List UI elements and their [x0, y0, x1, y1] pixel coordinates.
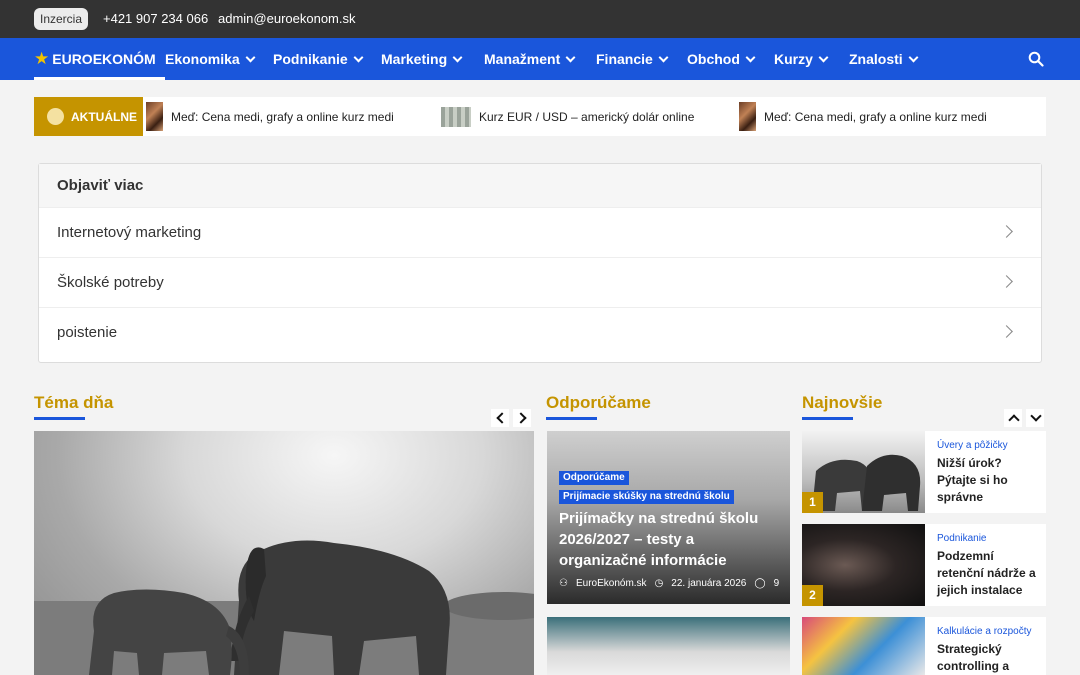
nav-item-znalosti[interactable]: Znalosti [849, 38, 919, 80]
list-up-button[interactable] [1004, 409, 1022, 427]
ticker-item[interactable]: Meď: Cena medi, grafy a online kurz medi [146, 102, 394, 131]
nav-label: Obchod [687, 51, 740, 67]
recommended-article-card[interactable]: Odporúčame Prijímacie skúšky na strednú … [547, 431, 790, 604]
section-title-najnovsie: Najnovšie [802, 393, 883, 412]
discover-more-box: Objaviť viac Internetový marketing Škols… [38, 163, 1042, 363]
nav-label: Financie [596, 51, 653, 67]
discover-item-label: poistenie [57, 324, 118, 341]
article-category[interactable]: Úvery a pôžičky [937, 440, 1008, 451]
pulse-icon [47, 108, 64, 125]
rank-badge: 1 [802, 492, 823, 513]
featured-article-image[interactable] [34, 431, 534, 675]
discover-item[interactable]: Internetový marketing [39, 207, 1041, 257]
chevron-down-icon [452, 52, 463, 62]
latest-list-item[interactable]: 1 Úvery a pôžičky Nižší úrok? Pýtajte si… [802, 431, 1046, 513]
article-meta: ⚇ EuroEkonóm.sk ◷ 22. januára 2026 ◯ 9 [559, 578, 787, 589]
article-title[interactable]: Nižší úrok? Pýtajte si ho správne [937, 455, 1037, 506]
copper-thumbnail [146, 102, 163, 131]
chevron-right-icon [1000, 325, 1013, 338]
nav-label: Ekonomika [165, 51, 240, 67]
article-date: 22. januára 2026 [671, 578, 747, 589]
discover-item-label: Školské potreby [57, 274, 164, 291]
discover-title: Objaviť viac [39, 164, 1041, 207]
ticker-item-text: Meď: Cena medi, grafy a online kurz medi [764, 109, 987, 124]
ticker-item[interactable]: Meď: Cena medi, grafy a online kurz medi [739, 102, 987, 131]
banknote-thumbnail [441, 106, 471, 127]
nav-item-financie[interactable]: Financie [596, 38, 669, 80]
brand-link[interactable]: ★ EUROEKONÓM [34, 38, 156, 80]
nav-label: Podnikanie [273, 51, 348, 67]
clock-icon: ◷ [654, 578, 664, 589]
latest-list-item[interactable]: Kalkulácie a rozpočty Strategický contro… [802, 617, 1046, 675]
copper-thumbnail [739, 102, 756, 131]
active-indicator [34, 77, 165, 80]
section-underline [546, 417, 597, 420]
nav-item-ekonomika[interactable]: Ekonomika [165, 38, 256, 80]
list-down-button[interactable] [1026, 409, 1044, 427]
nav-item-kurzy[interactable]: Kurzy [774, 38, 829, 80]
carousel-prev-button[interactable] [491, 409, 509, 427]
nav-label: Manažment [484, 51, 561, 67]
email-address[interactable]: admin@euroekonom.sk [218, 11, 355, 26]
chevron-down-icon [908, 52, 919, 62]
advertising-badge[interactable]: Inzercia [34, 8, 89, 30]
elephants-illustration [34, 540, 534, 675]
article-author[interactable]: EuroEkonóm.sk [576, 578, 647, 589]
section-title-tema: Téma dňa [34, 393, 114, 412]
chevron-down-icon [245, 52, 256, 62]
article-thumbnail[interactable]: 1 [802, 431, 925, 513]
ticker-item[interactable]: Kurz EUR / USD – americký dolár online [441, 102, 694, 131]
discover-item[interactable]: Školské potreby [39, 257, 1041, 307]
ticker-item-text: Kurz EUR / USD – americký dolár online [479, 109, 695, 124]
chevron-down-icon [565, 52, 576, 62]
top-bar: Inzercia +421 907 234 066 admin@euroekon… [0, 0, 1080, 38]
recommended-article-card[interactable] [547, 617, 790, 675]
article-title[interactable]: Podzemní retenční nádrže a jejich instal… [937, 548, 1037, 599]
article-thumbnail[interactable] [802, 617, 925, 675]
chevron-down-icon [745, 52, 756, 62]
nav-label: Marketing [381, 51, 448, 67]
latest-list-item[interactable]: 2 Podnikanie Podzemní retenční nádrže a … [802, 524, 1046, 606]
article-title[interactable]: Prijímačky na strednú školu 2026/2027 – … [559, 508, 781, 571]
category-tag[interactable]: Prijímacie skúšky na strednú školu [559, 490, 734, 504]
article-category[interactable]: Kalkulácie a rozpočty [937, 626, 1032, 637]
nav-item-podnikanie[interactable]: Podnikanie [273, 38, 364, 80]
ticker-label: AKTUÁLNE [34, 97, 143, 136]
chevron-down-icon [353, 52, 364, 62]
star-icon: ★ [34, 49, 50, 68]
nav-item-marketing[interactable]: Marketing [381, 38, 463, 80]
nav-item-obchod[interactable]: Obchod [687, 38, 756, 80]
carousel-next-button[interactable] [513, 409, 531, 427]
category-tag[interactable]: Odporúčame [559, 471, 629, 485]
article-thumbnail[interactable]: 2 [802, 524, 925, 606]
article-title[interactable]: Strategický controlling a [937, 641, 1037, 675]
nav-label: Kurzy [774, 51, 813, 67]
news-ticker: AKTUÁLNE Meď: Cena medi, grafy a online … [34, 97, 1046, 136]
brand-name: EUROEKONÓM [52, 51, 156, 67]
ticker-label-text: AKTUÁLNE [71, 109, 137, 124]
search-icon[interactable] [1028, 51, 1044, 67]
chevron-right-icon [1000, 225, 1013, 238]
nav-label: Znalosti [849, 51, 903, 67]
chevron-right-icon [1000, 275, 1013, 288]
chevron-down-icon [658, 52, 669, 62]
rank-badge: 2 [802, 585, 823, 606]
phone-number[interactable]: +421 907 234 066 [103, 11, 208, 26]
section-underline [802, 417, 853, 420]
article-category[interactable]: Podnikanie [937, 533, 986, 544]
discover-item-label: Internetový marketing [57, 224, 202, 241]
nav-item-manazment[interactable]: Manažment [484, 38, 576, 80]
comment-count[interactable]: 9 [774, 578, 780, 589]
comment-icon: ◯ [754, 578, 766, 589]
section-title-odporucame: Odporúčame [546, 393, 651, 412]
section-underline [34, 417, 85, 420]
main-navigation: ★ EUROEKONÓM Ekonomika Podnikanie Market… [0, 38, 1080, 80]
discover-item[interactable]: poistenie [39, 307, 1041, 357]
chevron-down-icon [818, 52, 829, 62]
user-icon: ⚇ [559, 578, 568, 589]
ticker-item-text: Meď: Cena medi, grafy a online kurz medi [171, 109, 394, 124]
